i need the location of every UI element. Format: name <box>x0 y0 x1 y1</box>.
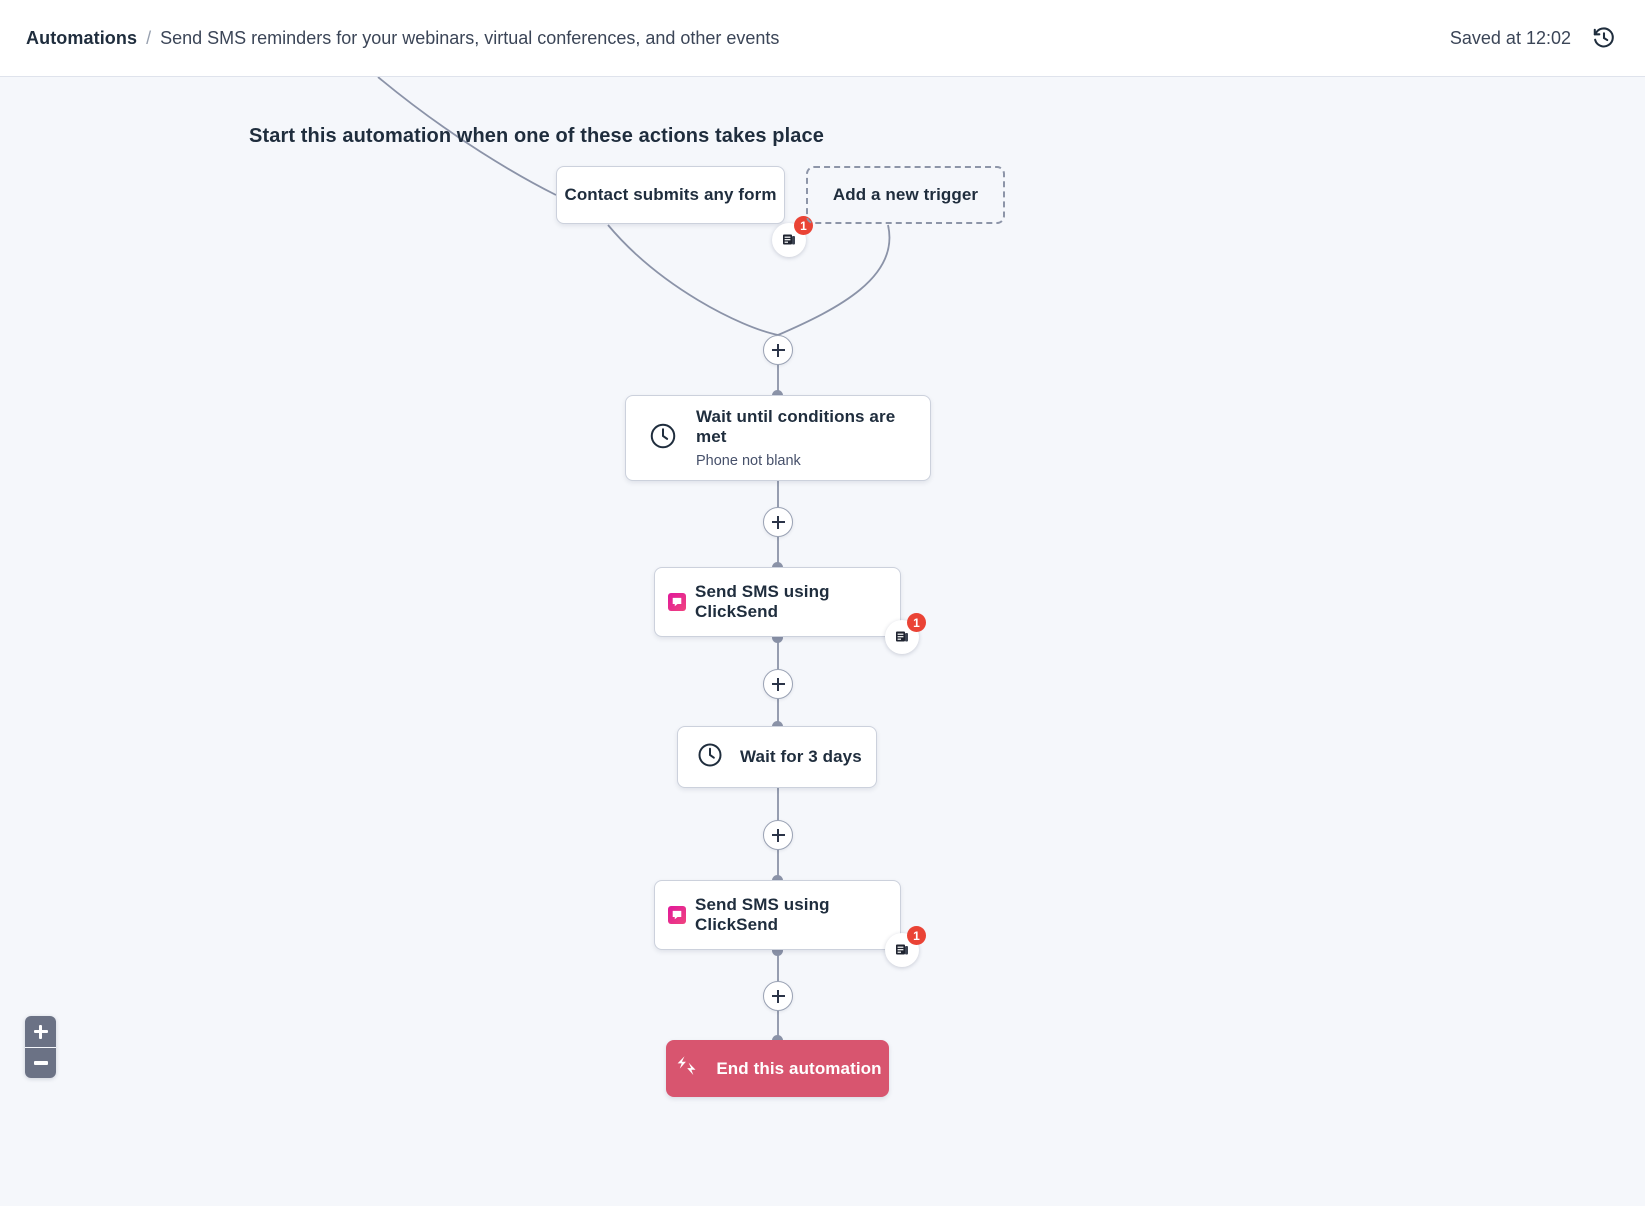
trigger-note-badge[interactable]: 1 <box>772 216 813 257</box>
step-node-wait-for-days[interactable]: Wait for 3 days <box>677 726 877 788</box>
add-step-button[interactable] <box>763 335 793 365</box>
zoom-in-button[interactable] <box>25 1016 56 1047</box>
send-sms-badge-count-1: 1 <box>907 613 926 632</box>
history-clock-arrow-icon[interactable] <box>1589 23 1619 53</box>
trigger-section-title: Start this automation when one of these … <box>249 125 824 147</box>
trigger-node-label: Contact submits any form <box>564 185 777 204</box>
step-node-send-sms-2[interactable]: Send SMS using ClickSend <box>654 880 901 950</box>
breadcrumb-separator: / <box>146 27 152 48</box>
zoom-controls[interactable] <box>25 1016 56 1078</box>
send-sms-note-badge-1[interactable]: 1 <box>885 613 926 654</box>
trigger-node-contact-submits-form[interactable]: Contact submits any form <box>556 166 785 224</box>
note-icon <box>896 944 908 955</box>
note-icon <box>896 631 908 642</box>
add-new-trigger-button[interactable]: Add a new trigger <box>806 166 1005 224</box>
clicksend-icon <box>668 906 686 924</box>
add-step-button[interactable] <box>763 507 793 537</box>
clock-icon <box>696 741 724 774</box>
breadcrumb: Automations / Send SMS reminders for you… <box>26 28 779 49</box>
end-arrows-icon <box>673 1055 701 1082</box>
zoom-out-button[interactable] <box>25 1047 56 1078</box>
clicksend-icon <box>668 593 686 611</box>
end-automation-label: End this automation <box>716 1058 882 1078</box>
saved-status-text: Saved at 12:02 <box>1449 27 1571 48</box>
step-node-wait-until-conditions[interactable]: Wait until conditions are met Phone not … <box>625 395 931 481</box>
step-node-label: Wait until conditions are met <box>696 407 896 446</box>
add-step-button[interactable] <box>763 820 793 850</box>
add-new-trigger-label: Add a new trigger <box>832 185 979 204</box>
note-icon <box>783 234 795 245</box>
save-status-group: Saved at 12:02 <box>1450 23 1619 53</box>
step-node-sublabel: Phone not blank <box>696 453 801 469</box>
send-sms-note-badge-2[interactable]: 1 <box>885 926 926 967</box>
add-step-button[interactable] <box>763 669 793 699</box>
step-node-label: Wait for 3 days <box>740 747 862 766</box>
top-bar: Automations / Send SMS reminders for you… <box>0 0 1645 77</box>
breadcrumb-root-link[interactable]: Automations <box>26 28 137 49</box>
send-sms-badge-count-2: 1 <box>907 926 926 945</box>
breadcrumb-current-page: Send SMS reminders for your webinars, vi… <box>160 27 780 48</box>
automation-canvas[interactable]: Start this automation when one of these … <box>0 77 1645 1206</box>
step-node-send-sms-1[interactable]: Send SMS using ClickSend <box>654 567 901 637</box>
step-node-label: Send SMS using ClickSend <box>695 582 830 621</box>
add-step-button[interactable] <box>763 981 793 1011</box>
connector-edges <box>377 77 891 1040</box>
end-automation-button[interactable]: End this automation <box>666 1040 889 1097</box>
step-node-label: Send SMS using ClickSend <box>695 895 830 934</box>
clock-icon <box>648 421 678 456</box>
